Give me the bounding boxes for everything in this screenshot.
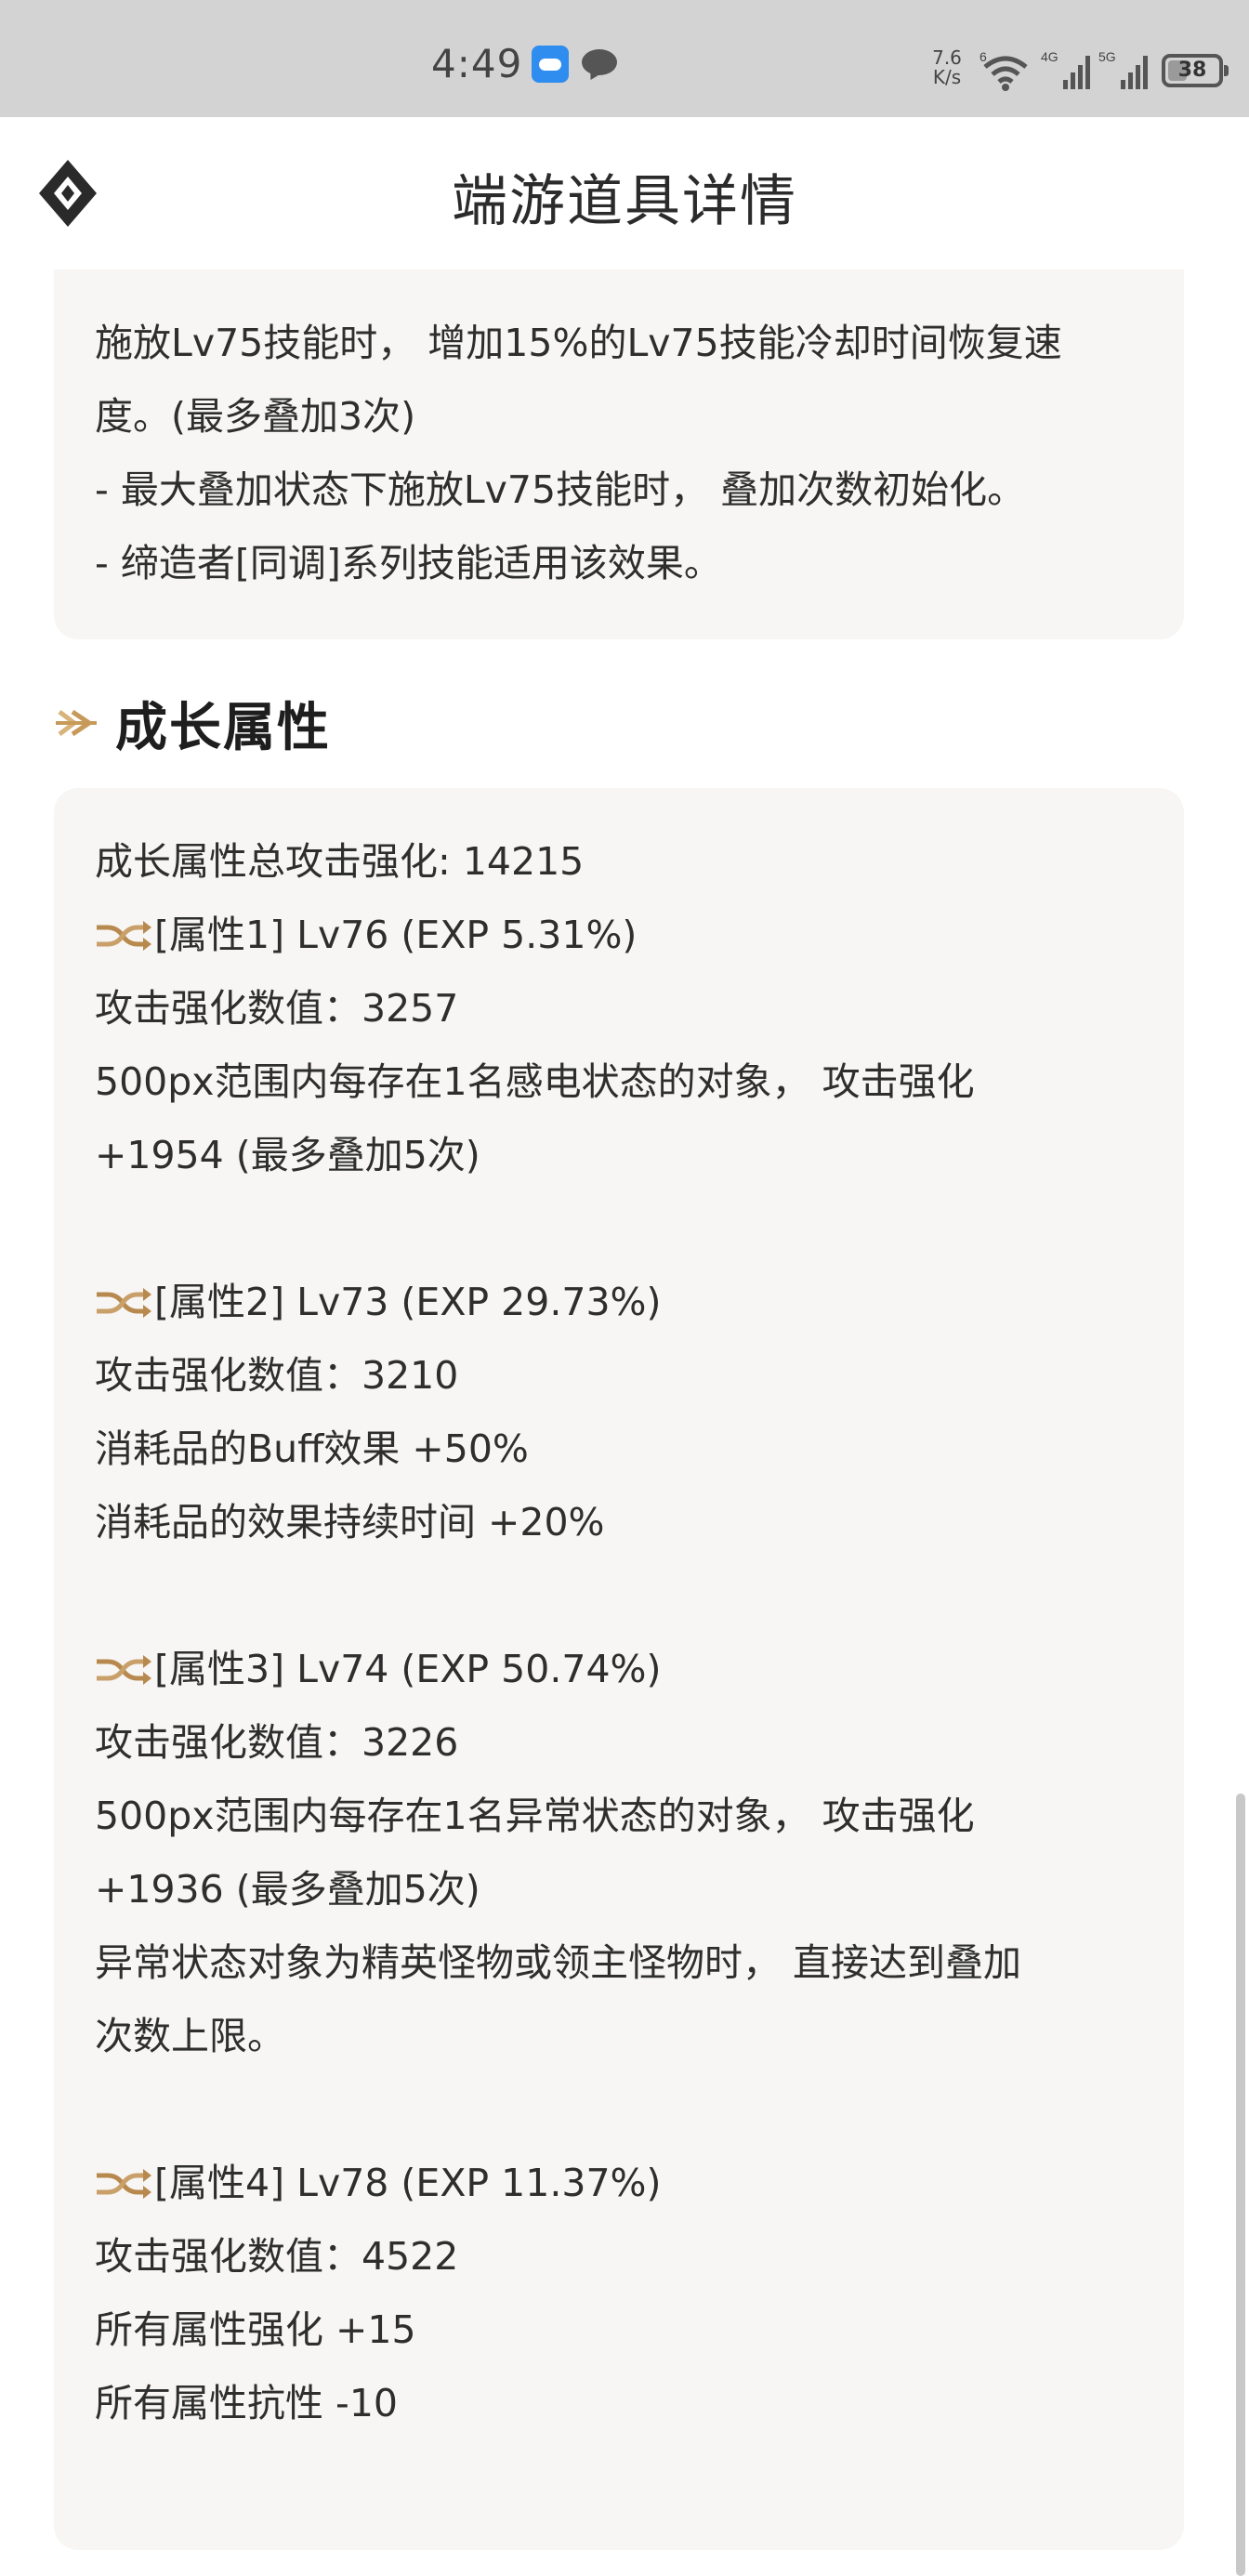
wifi-icon: 6 (979, 49, 1028, 91)
status-right: 7.6 K/s 6 4G 5G 38 (859, 43, 1249, 99)
attribute-line: 攻击强化数值：3210 (95, 1353, 459, 1398)
attribute-title: [属性4] Lv78 (EXP 11.37%) (154, 2161, 662, 2205)
growth-text: 成长属性总攻击强化: 14215 [属性1] Lv76 (EXP 5.31%) … (95, 825, 1154, 2440)
attribute-line: +1954 (最多叠加5次) (95, 1133, 480, 1177)
attribute-line: 所有属性强化 +15 (95, 2307, 416, 2352)
attribute-heading: [属性3] Lv74 (EXP 50.74%) (95, 1633, 1154, 1706)
growth-section-header: 成长属性 (54, 690, 331, 758)
attribute-line: 异常状态对象为精英怪物或领主怪物时， 直接达到叠加 (95, 1940, 1022, 1985)
attribute-title: [属性2] Lv73 (EXP 29.73%) (154, 1280, 662, 1324)
attribute-title: [属性3] Lv74 (EXP 50.74%) (154, 1647, 662, 1691)
shuffle-icon (97, 1654, 151, 1685)
network-speed: 7.6 K/s (924, 48, 970, 87)
effect-line: 度。(最多叠加3次) (95, 394, 416, 439)
attribute-line: +1936 (最多叠加5次) (95, 1867, 480, 1912)
attribute-line: 500px范围内每存在1名感电状态的对象， 攻击强化 (95, 1059, 975, 1104)
attribute-heading: [属性2] Lv73 (EXP 29.73%) (95, 1266, 1154, 1339)
app-header: 端游道具详情 (0, 117, 1249, 269)
effect-line: - 最大叠加状态下施放Lv75技能时， 叠加次数初始化。 (95, 467, 1026, 512)
attribute-heading: [属性1] Lv76 (EXP 5.31%) (95, 899, 1154, 972)
battery-icon: 38 (1162, 54, 1229, 87)
attribute-heading: [属性4] Lv78 (EXP 11.37%) (95, 2147, 1154, 2220)
status-bar: 4:49 7.6 K/s 6 4G 5G 38 (0, 0, 1249, 117)
shuffle-icon (97, 2168, 151, 2199)
sim2-badge: 5G (1098, 49, 1116, 64)
growth-total: 成长属性总攻击强化: 14215 (95, 839, 585, 884)
attribute-line: 500px范围内每存在1名异常状态的对象， 攻击强化 (95, 1794, 975, 1838)
signal-icon: 5G (1098, 49, 1148, 89)
attribute-title: [属性1] Lv76 (EXP 5.31%) (154, 913, 638, 957)
attribute-line: 所有属性抗性 -10 (95, 2381, 398, 2425)
attribute-line: 消耗品的效果持续时间 +20% (95, 1500, 605, 1544)
attribute-line: 攻击强化数值：3226 (95, 1720, 459, 1765)
effect-text: 施放Lv75技能时， 增加15%的Lv75技能冷却时间恢复速 度。(最多叠加3次… (95, 307, 1154, 600)
attribute-line: 次数上限。 (95, 2014, 285, 2058)
battery-level: 38 (1177, 59, 1207, 82)
attribute-line: 攻击强化数值：3257 (95, 986, 459, 1031)
weather-icon (532, 45, 570, 83)
shuffle-icon (97, 1287, 151, 1318)
attribute-line: 攻击强化数值：4522 (95, 2234, 459, 2279)
sim1-badge: 4G (1041, 49, 1058, 64)
attribute-line: 消耗品的Buff效果 +50% (95, 1426, 529, 1471)
scrollbar[interactable] (1236, 1794, 1245, 2576)
shuffle-icon (97, 920, 151, 951)
page-title: 端游道具详情 (452, 169, 797, 234)
network-speed-unit: K/s (932, 66, 962, 88)
growth-card: 成长属性总攻击强化: 14215 [属性1] Lv76 (EXP 5.31%) … (54, 788, 1184, 2550)
status-center: 4:49 (431, 41, 618, 86)
status-time: 4:49 (431, 41, 523, 86)
network-speed-value: 7.6 (932, 46, 962, 69)
signal-icon: 4G (1041, 49, 1090, 89)
wifi-badge: 6 (979, 49, 987, 64)
effect-line: - 缔造者[同调]系列技能适用该效果。 (95, 541, 722, 585)
chat-icon (582, 48, 618, 79)
effect-card: 施放Lv75技能时， 增加15%的Lv75技能冷却时间恢复速 度。(最多叠加3次… (54, 269, 1184, 639)
effect-line: 施放Lv75技能时， 增加15%的Lv75技能冷却时间恢复速 (95, 321, 1062, 365)
arrow-right-icon (56, 709, 97, 737)
section-title: 成长属性 (115, 697, 331, 758)
